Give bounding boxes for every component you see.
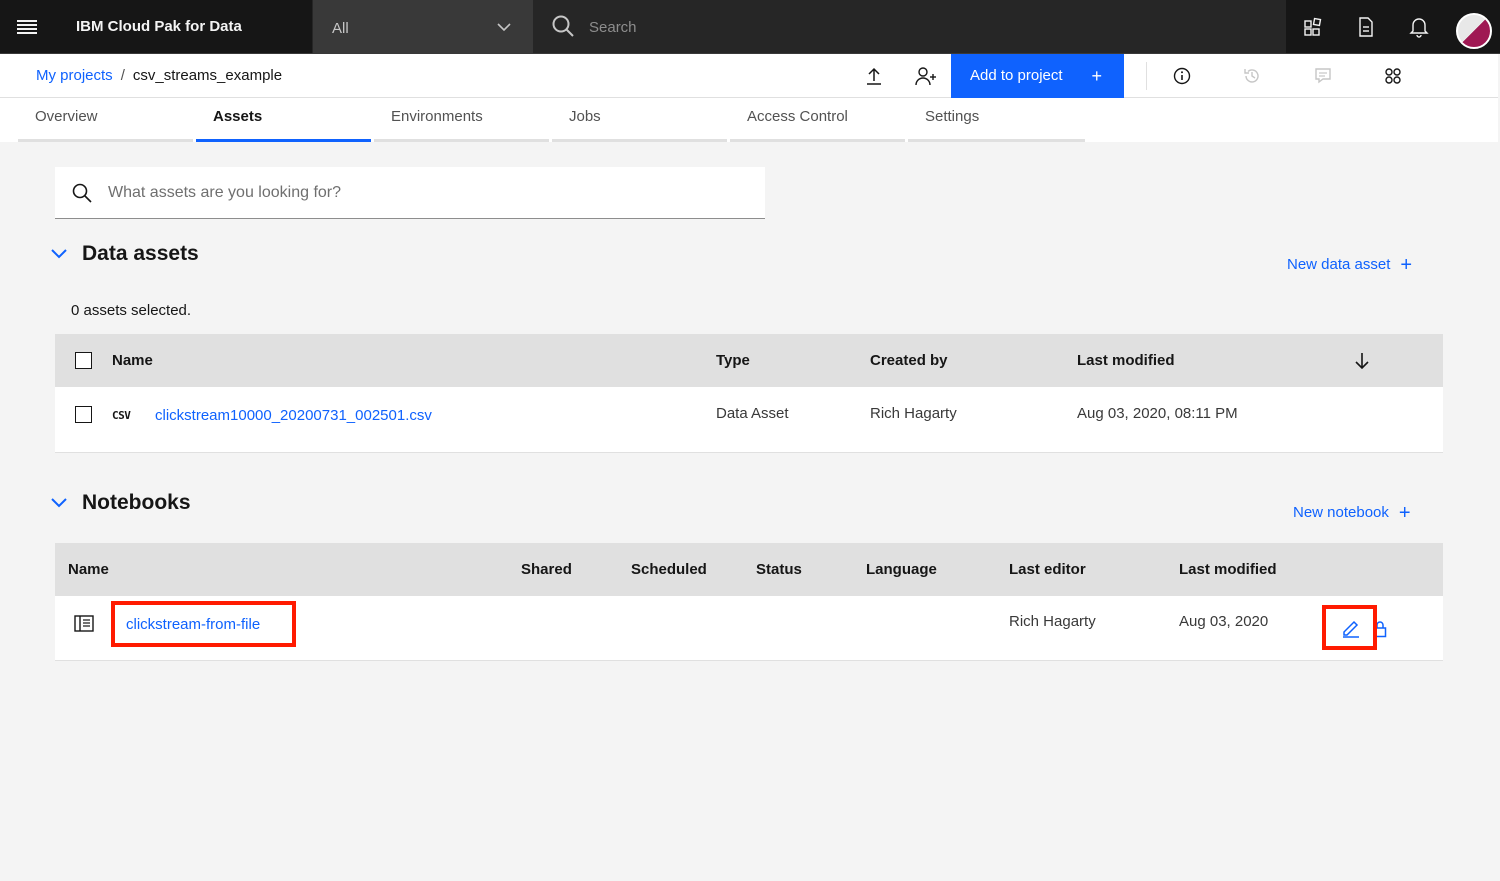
tab-environments[interactable]: Environments <box>374 98 549 142</box>
hamburger-menu-button[interactable] <box>0 0 54 53</box>
chevron-down-icon <box>51 249 67 259</box>
highlight-edit-button <box>1322 605 1377 650</box>
notebooks-title: Notebooks <box>82 491 191 514</box>
highlight-notebook-name <box>111 601 296 647</box>
catalog-button[interactable] <box>1286 0 1339 53</box>
tab-access-control[interactable]: Access Control <box>730 98 905 142</box>
row-checkbox[interactable] <box>75 406 92 423</box>
notebook-last-modified: Aug 03, 2020 <box>1179 613 1269 630</box>
arrow-down-icon <box>1355 353 1369 370</box>
table-header: Name Type Created by Last modified <box>55 334 1443 387</box>
selection-count: 0 assets selected. <box>71 302 192 319</box>
column-scheduled[interactable]: Scheduled <box>631 543 707 596</box>
table-header: Name Shared Scheduled Status Language La… <box>55 543 1443 596</box>
add-collaborator-button[interactable] <box>914 64 938 88</box>
add-to-project-button[interactable]: Add to project + <box>951 54 1124 98</box>
global-search-input[interactable]: Search <box>534 0 1286 53</box>
breadcrumb-current: csv_streams_example <box>132 67 283 84</box>
breadcrumb-separator: / <box>120 67 125 84</box>
tab-assets[interactable]: Assets <box>196 98 371 142</box>
scope-value: All <box>332 20 349 37</box>
notebooks-header[interactable]: Notebooks <box>50 491 191 515</box>
search-icon <box>72 183 92 203</box>
asset-search-input[interactable]: What assets are you looking for? <box>55 167 765 219</box>
new-notebook-label: New notebook <box>1293 504 1389 521</box>
column-status[interactable]: Status <box>756 543 802 596</box>
new-notebook-button[interactable]: New notebook + <box>1293 502 1411 525</box>
tab-jobs[interactable]: Jobs <box>552 98 727 142</box>
notifications-button[interactable] <box>1392 0 1445 53</box>
search-icon <box>552 15 574 37</box>
plus-icon: + <box>1091 66 1102 86</box>
column-language[interactable]: Language <box>866 543 937 596</box>
data-assets-table: Name Type Created by Last modified CSV c… <box>55 334 1443 453</box>
column-last-modified[interactable]: Last modified <box>1077 334 1175 387</box>
info-icon <box>1173 67 1191 85</box>
top-actions <box>1286 0 1500 53</box>
add-to-project-label: Add to project <box>970 67 1063 84</box>
new-data-asset-label: New data asset <box>1287 256 1391 273</box>
comment-icon <box>1315 68 1331 84</box>
project-header: My projects / csv_streams_example Add to p… <box>0 54 1498 98</box>
chevron-down-icon <box>51 498 67 508</box>
column-last-editor[interactable]: Last editor <box>1009 543 1086 596</box>
asset-link[interactable]: clickstream10000_20200731_002501.csv <box>155 407 432 424</box>
info-button[interactable] <box>1170 64 1194 88</box>
chevron-down-icon <box>497 23 511 32</box>
documents-button[interactable] <box>1339 0 1392 53</box>
csv-icon: CSV <box>112 409 131 422</box>
apps-icon <box>1385 68 1401 84</box>
column-name[interactable]: Name <box>68 543 109 596</box>
column-shared[interactable]: Shared <box>521 543 572 596</box>
scope-dropdown[interactable]: All <box>313 0 533 53</box>
new-data-asset-button[interactable]: New data asset + <box>1287 254 1412 277</box>
user-avatar-button[interactable] <box>1445 0 1498 53</box>
column-last-modified[interactable]: Last modified <box>1179 543 1277 596</box>
history-button[interactable] <box>1240 64 1264 88</box>
product-name[interactable]: IBM Cloud Pak for Data <box>54 0 312 53</box>
history-icon <box>1244 69 1259 83</box>
plus-icon: + <box>1400 254 1413 276</box>
column-created-by[interactable]: Created by <box>870 334 948 387</box>
table-row[interactable]: CSV clickstream10000_20200731_002501.csv… <box>55 387 1443 453</box>
data-assets-header[interactable]: Data assets <box>50 242 199 266</box>
bell-icon <box>1408 17 1429 38</box>
upload-button[interactable] <box>862 64 886 88</box>
asset-type: Data Asset <box>716 405 789 422</box>
sort-button[interactable] <box>1353 351 1371 376</box>
catalog-icon <box>1303 17 1321 36</box>
user-add-icon <box>915 67 936 86</box>
document-icon <box>1358 16 1373 37</box>
notebook-last-editor: Rich Hagarty <box>1009 613 1096 630</box>
tab-settings[interactable]: Settings <box>908 98 1085 142</box>
upload-icon <box>867 67 881 85</box>
comments-button[interactable] <box>1311 64 1335 88</box>
select-all-checkbox[interactable] <box>75 352 92 369</box>
manage-button[interactable] <box>1381 64 1405 88</box>
plus-icon: + <box>1398 502 1411 524</box>
asset-last-modified: Aug 03, 2020, 08:11 PM <box>1077 405 1238 422</box>
breadcrumb: My projects / csv_streams_example <box>36 54 282 98</box>
column-type[interactable]: Type <box>716 334 750 387</box>
asset-name-link: clickstream10000_20200731_002501.csv <box>155 407 432 424</box>
breadcrumb-my-projects[interactable]: My projects <box>36 67 113 84</box>
asset-created-by: Rich Hagarty <box>870 405 957 422</box>
column-name[interactable]: Name <box>112 334 153 387</box>
search-placeholder: Search <box>589 19 637 36</box>
tab-overview[interactable]: Overview <box>18 98 193 142</box>
project-tabs: Overview Assets Environments Jobs Access… <box>0 98 1498 142</box>
top-bar: IBM Cloud Pak for Data All Search <box>0 0 1500 54</box>
menu-icon <box>17 19 37 34</box>
avatar <box>1455 12 1492 49</box>
data-assets-title: Data assets <box>82 242 199 265</box>
asset-search-placeholder: What assets are you looking for? <box>108 184 342 201</box>
divider <box>1146 62 1147 90</box>
notebook-icon <box>74 615 94 632</box>
